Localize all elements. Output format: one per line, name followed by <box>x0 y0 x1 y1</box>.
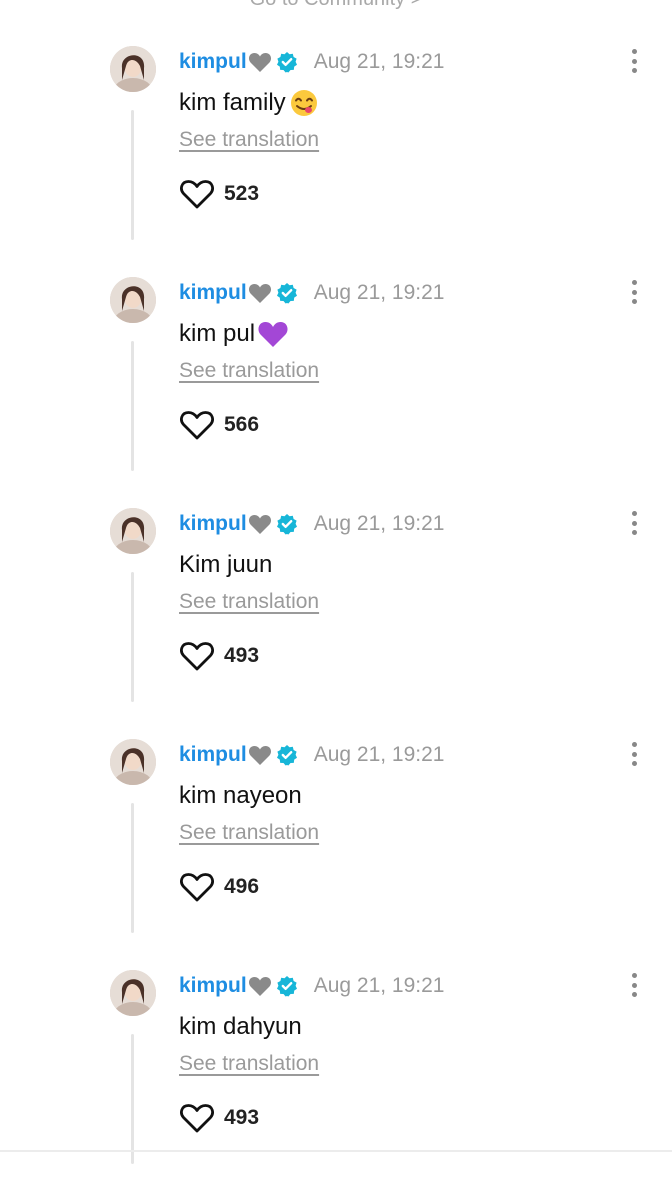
verified-badge-icon <box>276 975 298 997</box>
heart-outline-icon[interactable] <box>179 409 215 441</box>
heart-outline-icon[interactable] <box>179 640 215 672</box>
verified-badge-icon <box>276 282 298 304</box>
more-options-icon[interactable] <box>624 46 644 76</box>
go-to-community-link[interactable]: Go to Community > <box>0 0 672 10</box>
comment-item: kimpul Aug 21, 19:21 kim dahyun See tran… <box>0 970 672 1201</box>
gray-heart-icon <box>248 51 272 73</box>
author-name[interactable]: kimpul <box>179 974 247 998</box>
heart-outline-icon[interactable] <box>179 1102 215 1134</box>
see-translation-link[interactable]: See translation <box>179 128 319 152</box>
like-count: 496 <box>224 875 260 898</box>
avatar[interactable] <box>110 970 156 1016</box>
author-name[interactable]: kimpul <box>179 512 247 536</box>
avatar[interactable] <box>110 739 156 785</box>
timestamp: Aug 21, 19:21 <box>313 743 445 766</box>
verified-badge-icon <box>276 51 298 73</box>
avatar[interactable] <box>110 46 156 92</box>
thread-line <box>131 803 134 933</box>
comment-text: kim nayeon <box>179 782 302 809</box>
see-translation-link[interactable]: See translation <box>179 359 319 383</box>
gray-heart-icon <box>248 744 272 766</box>
more-options-icon[interactable] <box>624 508 644 538</box>
verified-badge-icon <box>276 513 298 535</box>
timestamp: Aug 21, 19:21 <box>313 281 445 304</box>
comment-text-row: kim family <box>179 86 320 120</box>
comment-text: kim family <box>179 89 286 116</box>
savoring-food-emoji-icon <box>288 88 320 118</box>
comment-text: kim dahyun <box>179 1013 302 1040</box>
timestamp: Aug 21, 19:21 <box>313 974 445 997</box>
more-options-icon[interactable] <box>624 970 644 1000</box>
like-count: 566 <box>224 413 260 436</box>
like-count: 493 <box>224 644 260 667</box>
comment-item: kimpul Aug 21, 19:21 Kim juun See transl… <box>0 508 672 739</box>
author-name[interactable]: kimpul <box>179 50 247 74</box>
see-translation-link[interactable]: See translation <box>179 1052 319 1076</box>
more-options-icon[interactable] <box>624 739 644 769</box>
comment-text-row: kim dahyun <box>179 1010 302 1044</box>
heart-outline-icon[interactable] <box>179 871 215 903</box>
verified-badge-icon <box>276 744 298 766</box>
comment-text: Kim juun <box>179 551 273 578</box>
comment-text-row: kim pul <box>179 317 289 351</box>
comment-item: kimpul Aug 21, 19:21 kim pul See transla… <box>0 277 672 508</box>
gray-heart-icon <box>248 513 272 535</box>
author-name[interactable]: kimpul <box>179 743 247 767</box>
comment-text-row: kim nayeon <box>179 779 302 813</box>
like-count: 523 <box>224 182 260 205</box>
see-translation-link[interactable]: See translation <box>179 821 319 845</box>
purple-heart-emoji-icon <box>257 319 289 349</box>
comment-text-row: Kim juun <box>179 548 272 582</box>
thread-line <box>131 572 134 702</box>
gray-heart-icon <box>248 282 272 304</box>
more-options-icon[interactable] <box>624 277 644 307</box>
avatar[interactable] <box>110 277 156 323</box>
divider <box>0 1150 672 1152</box>
timestamp: Aug 21, 19:21 <box>313 512 445 535</box>
comment-item: kimpul Aug 21, 19:21 kim nayeon See tran… <box>0 739 672 970</box>
avatar[interactable] <box>110 508 156 554</box>
author-name[interactable]: kimpul <box>179 281 247 305</box>
comment-text: kim pul <box>179 320 256 347</box>
heart-outline-icon[interactable] <box>179 178 215 210</box>
gray-heart-icon <box>248 975 272 997</box>
thread-line <box>131 110 134 240</box>
thread-line <box>131 1034 134 1164</box>
see-translation-link[interactable]: See translation <box>179 590 319 614</box>
like-count: 493 <box>224 1106 260 1129</box>
thread-line <box>131 341 134 471</box>
comment-item: kimpul Aug 21, 19:21 kim family See tran… <box>0 46 672 277</box>
timestamp: Aug 21, 19:21 <box>313 50 445 73</box>
